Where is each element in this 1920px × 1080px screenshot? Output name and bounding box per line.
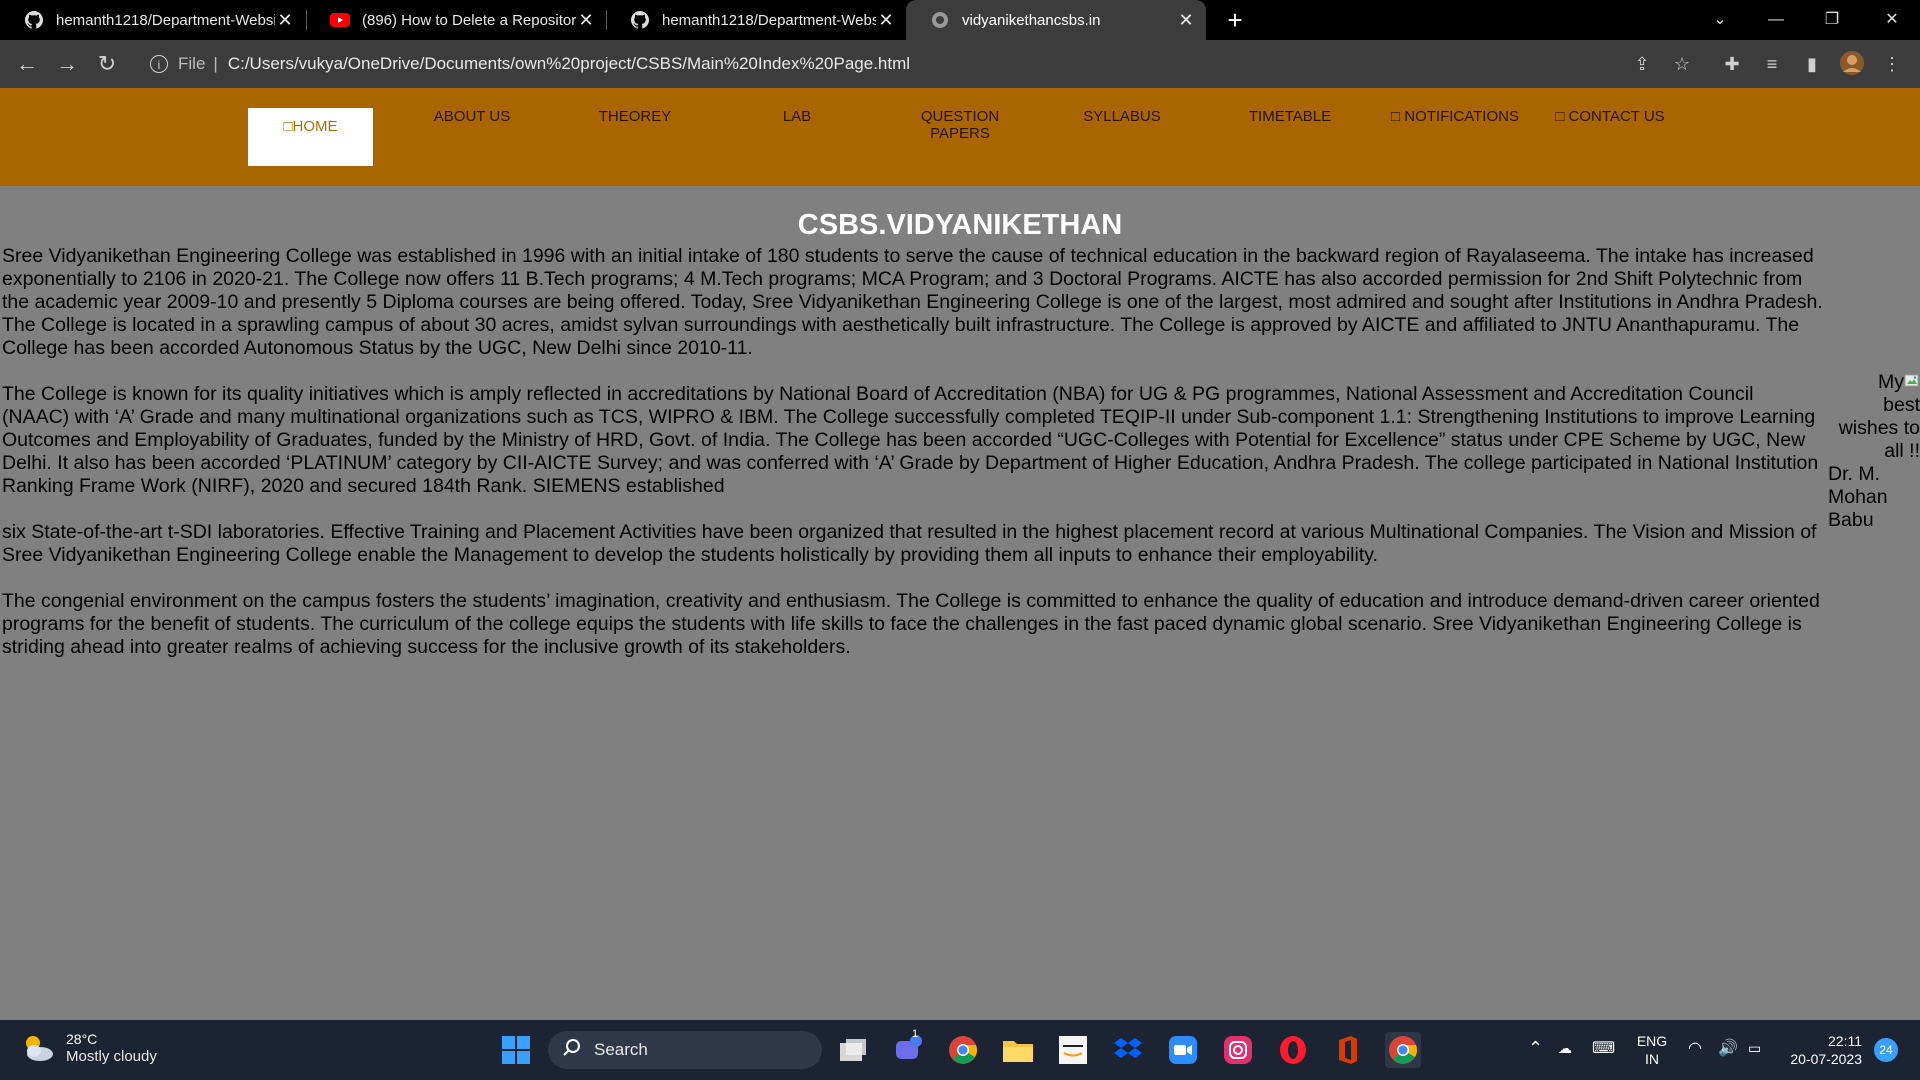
wishes-line-3: wishes to (1838, 417, 1920, 439)
wishes-panel: My best wishes to all !! Dr. M. Mohan Ba… (1826, 371, 1920, 532)
window-close-button[interactable]: ✕ (1864, 0, 1920, 40)
new-tab-button[interactable]: + (1220, 4, 1250, 36)
volume-icon[interactable]: 🔊 (1718, 1038, 1738, 1058)
nav-lab[interactable]: LAB (757, 108, 837, 125)
tab-title: vidyanikethancsbs.in (962, 11, 1101, 29)
task-view-icon[interactable] (835, 1032, 871, 1068)
globe-icon (930, 10, 950, 30)
file-explorer-icon[interactable] (1000, 1032, 1036, 1068)
language-top: ENG (1636, 1033, 1668, 1049)
search-label: Search (594, 1040, 648, 1059)
share-icon[interactable]: ⇪ (1628, 50, 1656, 78)
browser-tab[interactable]: hemanth1218/Department-Website ✕ (0, 0, 305, 40)
kebab-menu-icon[interactable]: ⋮ (1878, 50, 1906, 78)
browser-tab-strip: hemanth1218/Department-Website ✕ (896) H… (0, 0, 1920, 40)
broken-image-icon (1904, 372, 1920, 388)
wishes-line-1: My (1826, 371, 1920, 394)
battery-icon[interactable]: ▭ (1748, 1040, 1761, 1057)
about-article: Sree Vidyanikethan Engineering College w… (2, 245, 1824, 682)
weather-condition: Mostly cloudy (66, 1048, 157, 1065)
forward-icon[interactable]: → (53, 50, 81, 78)
article-paragraph: The College is known for its quality ini… (2, 383, 1819, 497)
instagram-icon[interactable] (1220, 1032, 1256, 1068)
close-icon[interactable]: ✕ (876, 10, 896, 31)
extensions-icon[interactable]: ✚ (1718, 50, 1746, 78)
tab-title: hemanth1218/Department-Website (56, 11, 275, 29)
onedrive-icon[interactable]: ☁ (1558, 1040, 1572, 1057)
nav-syllabus[interactable]: SYLLABUS (1072, 108, 1172, 125)
weather-text: 28°C Mostly cloudy (66, 1030, 157, 1066)
github-icon (24, 10, 44, 30)
restore-button[interactable]: ❐ (1804, 0, 1860, 40)
office-icon[interactable] (1330, 1032, 1366, 1068)
keyboard-icon[interactable]: ⌨ (1592, 1038, 1615, 1058)
article-paragraph: The congenial environment on the campus … (2, 590, 1820, 658)
nav-question-papers[interactable]: QUESTION PAPERS (905, 108, 1015, 142)
separator: | (213, 54, 218, 73)
reload-icon[interactable]: ↻ (93, 50, 121, 78)
weather-temp: 28°C (66, 1031, 98, 1047)
page-title: CSBS.VIDYANIKETHAN (797, 209, 1123, 241)
cloudy-weather-icon (20, 1030, 56, 1066)
close-icon[interactable]: ✕ (275, 10, 295, 31)
page-content: CSBS.VIDYANIKETHAN Sree Vidyanikethan En… (0, 186, 1920, 1020)
wifi-icon[interactable]: ◠ (1688, 1038, 1702, 1058)
teams-chat-icon[interactable]: 1 (890, 1028, 926, 1068)
windows-start-icon[interactable] (498, 1032, 534, 1068)
nav-notifications[interactable]: □ NOTIFICATIONS (1385, 108, 1525, 125)
tab-search-icon[interactable]: ⌄ (1692, 0, 1748, 40)
scheme-label: File (178, 54, 206, 73)
wishes-line-4: all !! (1884, 440, 1920, 462)
address-bar[interactable]: i File | C:/Users/vukya/OneDrive/Documen… (140, 46, 1700, 82)
tray-overflow-icon[interactable]: ⌃ (1528, 1038, 1543, 1059)
url-text[interactable]: C:/Users/vukya/OneDrive/Documents/own%20… (228, 54, 910, 74)
signature-line-3: Babu (1828, 509, 1874, 531)
youtube-icon (330, 10, 350, 30)
notification-badge[interactable]: 24 (1874, 1038, 1898, 1062)
wishes-line-2: best (1883, 394, 1920, 416)
search-icon (562, 1038, 582, 1063)
clock-date: 20-07-2023 (1790, 1051, 1862, 1067)
chrome-active-icon[interactable] (1385, 1032, 1421, 1068)
nav-theorey[interactable]: THEOREY (585, 108, 685, 125)
side-panel-icon[interactable]: ▮ (1798, 50, 1826, 78)
close-icon[interactable]: ✕ (1176, 10, 1196, 31)
opera-icon[interactable] (1275, 1032, 1311, 1068)
amazon-icon[interactable] (1055, 1032, 1091, 1068)
close-icon[interactable]: ✕ (576, 10, 596, 31)
nav-timetable[interactable]: TIMETABLE (1240, 108, 1340, 125)
minimize-button[interactable]: — (1748, 0, 1804, 40)
github-icon (630, 10, 650, 30)
signature-line-2: Mohan (1828, 486, 1888, 508)
clock[interactable]: 22:11 20-07-2023 (1782, 1032, 1862, 1068)
clock-time: 22:11 (1828, 1033, 1862, 1049)
browser-tab[interactable]: hemanth1218/Department-Website ✕ (606, 0, 906, 40)
nav-home[interactable]: □HOME (248, 108, 373, 166)
bookmark-star-icon[interactable]: ☆ (1668, 50, 1696, 78)
profile-avatar[interactable] (1838, 50, 1866, 78)
dropbox-icon[interactable] (1110, 1032, 1146, 1068)
windows-taskbar: 28°C Mostly cloudy Search 1 ⌃ ☁ ⌨ ENG IN… (0, 1020, 1920, 1080)
nav-about-us[interactable]: ABOUT US (420, 108, 524, 125)
tab-title: hemanth1218/Department-Website (662, 11, 876, 29)
media-control-icon[interactable]: ≡ (1758, 50, 1786, 78)
zoom-icon[interactable] (1165, 1032, 1201, 1068)
chrome-icon[interactable] (945, 1032, 981, 1068)
browser-tab[interactable]: (896) How to Delete a Repository ✕ (306, 0, 606, 40)
tab-title: (896) How to Delete a Repository (362, 11, 576, 29)
chat-badge: 1 (912, 1028, 919, 1040)
article-paragraph: Sree Vidyanikethan Engineering College w… (2, 245, 1823, 359)
info-icon[interactable]: i (150, 55, 168, 73)
nav-contact-us[interactable]: □ CONTACT US (1555, 108, 1665, 125)
back-icon[interactable]: ← (13, 50, 41, 78)
browser-tab-active[interactable]: vidyanikethancsbs.in ✕ (906, 0, 1206, 40)
taskbar-search[interactable]: Search (548, 1031, 822, 1069)
signature-line-1: Dr. M. (1828, 463, 1880, 485)
language-indicator[interactable]: ENG IN (1632, 1032, 1672, 1068)
site-nav: □HOME ABOUT US THEOREY LAB QUESTION PAPE… (0, 88, 1920, 186)
language-bottom: IN (1645, 1051, 1659, 1067)
article-paragraph: six State-of-the-art t-SDI laboratories.… (2, 521, 1817, 566)
weather-widget[interactable]: 28°C Mostly cloudy (20, 1030, 157, 1066)
browser-toolbar: ← → ↻ i File | C:/Users/vukya/OneDrive/D… (0, 40, 1920, 88)
